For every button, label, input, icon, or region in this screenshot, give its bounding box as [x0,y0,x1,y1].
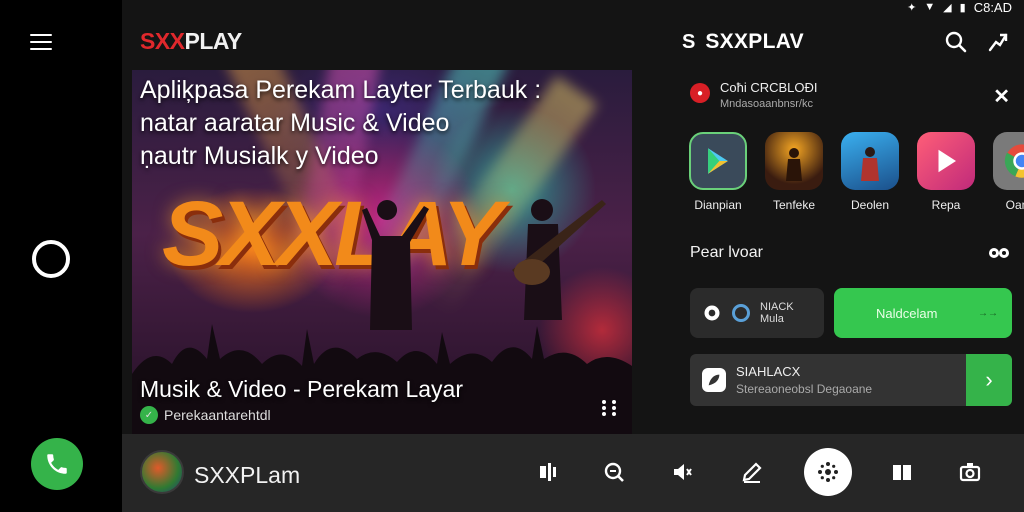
side-panel: ● Coħi CRCBLOĐI Mndasoaanbnsr/kc ✕ Dianp… [682,70,1024,434]
app-screen: ✦ ▼ ◢ ▮ C8:AD SXXPLAY S SXXPLAV SXXLAY A… [122,0,1024,512]
share-icon[interactable] [986,30,1010,54]
app-label: Deolen [850,198,890,212]
settings-tile[interactable]: NIACK Mula [690,288,824,338]
hero-banner[interactable]: SXXLAY Apliķpasa Perekam Layter Terbauk … [132,70,632,434]
menu-icon[interactable] [30,34,52,52]
brand-name: SXXPLAV [705,30,804,53]
wifi-icon: ▼ [924,1,936,13]
app-label: Repa [931,198,961,212]
guitarist-silhouette [512,199,606,320]
settings-tile-line: Mula [760,313,784,325]
app-tile[interactable]: Oamd [992,132,1024,212]
link-icon[interactable] [988,246,1010,260]
battery-icon: ▮ [959,1,966,14]
app-list: Dianpian Tenfeke Deolen Repa Oa [688,132,1024,212]
settings-tile-line: NIACK [760,301,794,313]
verified-icon: ✓ [140,406,158,424]
signal-icon: ◢ [943,1,952,14]
bottom-app-name: SXXPLam [194,462,301,488]
list-item-title: SIAHLACX [736,364,801,379]
toggle-ring-icon [732,304,750,322]
hero-subtitle-text: Perekaantarehtdl [164,407,271,423]
hero-subtitle: ✓ Perekaantarehtdl [140,406,271,424]
home-circle-icon[interactable] [32,240,70,278]
app-label: Tenfeke [772,198,816,212]
hero-caption: Musik & Video - Perekam Layar [140,376,463,402]
call-button[interactable] [31,438,83,490]
status-time: C8:AD [973,0,1012,15]
audio-icon[interactable] [536,460,560,484]
concert-thumbnail-icon [765,132,823,190]
app-tile[interactable]: Dianpian [688,132,748,212]
primary-action-button[interactable]: Naldcelam →→ [834,288,1012,338]
app-label: Dianpian [694,198,742,212]
record-button[interactable] [804,448,852,496]
settings-icon [704,305,720,321]
record-icon: ● [690,83,710,103]
primary-action-label: Naldcelam [876,305,938,321]
phone-icon [47,454,67,474]
app-tile[interactable]: Tenfeke [764,132,824,212]
avatar[interactable] [140,450,184,494]
bottom-bar: SXXPLam [122,434,1024,512]
hero-title-line: Apliķpasa Perekam Layter Terbauk : [140,76,542,104]
brand-letter: S [682,30,696,53]
chevron-right-icon[interactable]: › [966,354,1012,406]
aperture-icon [818,462,838,482]
hero-title-line: ṇautr Musialk y Video [140,142,379,170]
record-info[interactable]: ● Coħi CRCBLOĐI Mndasoaanbnsr/kc [690,80,818,110]
camera-icon[interactable] [958,460,982,484]
status-bar: ✦ ▼ ◢ ▮ C8:AD [907,0,1012,15]
feather-icon [702,368,726,392]
app-label: Oamd [1005,198,1024,212]
book-icon[interactable] [890,460,914,484]
play-icon [917,132,975,190]
chrome-icon [993,132,1024,190]
zoom-icon[interactable] [602,460,626,484]
edit-icon[interactable] [740,460,764,484]
logo-part-white: PLAY [184,28,243,54]
app-tile[interactable]: Repa [916,132,976,212]
more-options-icon[interactable] [600,398,618,418]
list-item[interactable]: SIAHLACX Stereaoneobsl Degaoane › [690,354,1012,406]
performer-thumbnail-icon [841,132,899,190]
record-title: Coħi CRCBLOĐI [720,80,818,95]
list-item-subtitle: Stereaoneobsl Degaoane [736,382,873,396]
app-logo[interactable]: SXXPLAY [140,28,242,55]
hero-title: Apliķpasa Perekam Layter Terbauk : natar… [140,74,541,173]
search-icon[interactable] [944,30,968,54]
play-store-icon [689,132,747,190]
brand-header: S SXXPLAV [682,30,804,54]
notification-icon: ✦ [907,1,917,14]
left-rail [0,0,122,512]
hero-title-line: natar aaratar Music & Video [140,109,450,137]
section-title: Pear lvoar [690,244,763,261]
app-tile[interactable]: Deolen [840,132,900,212]
volume-icon[interactable] [670,460,694,484]
arrow-icon: →→ [978,307,998,319]
logo-part-red: SXX [140,28,185,54]
record-subtitle: Mndasoaanbnsr/kc [720,98,813,110]
close-icon[interactable]: ✕ [993,84,1010,109]
